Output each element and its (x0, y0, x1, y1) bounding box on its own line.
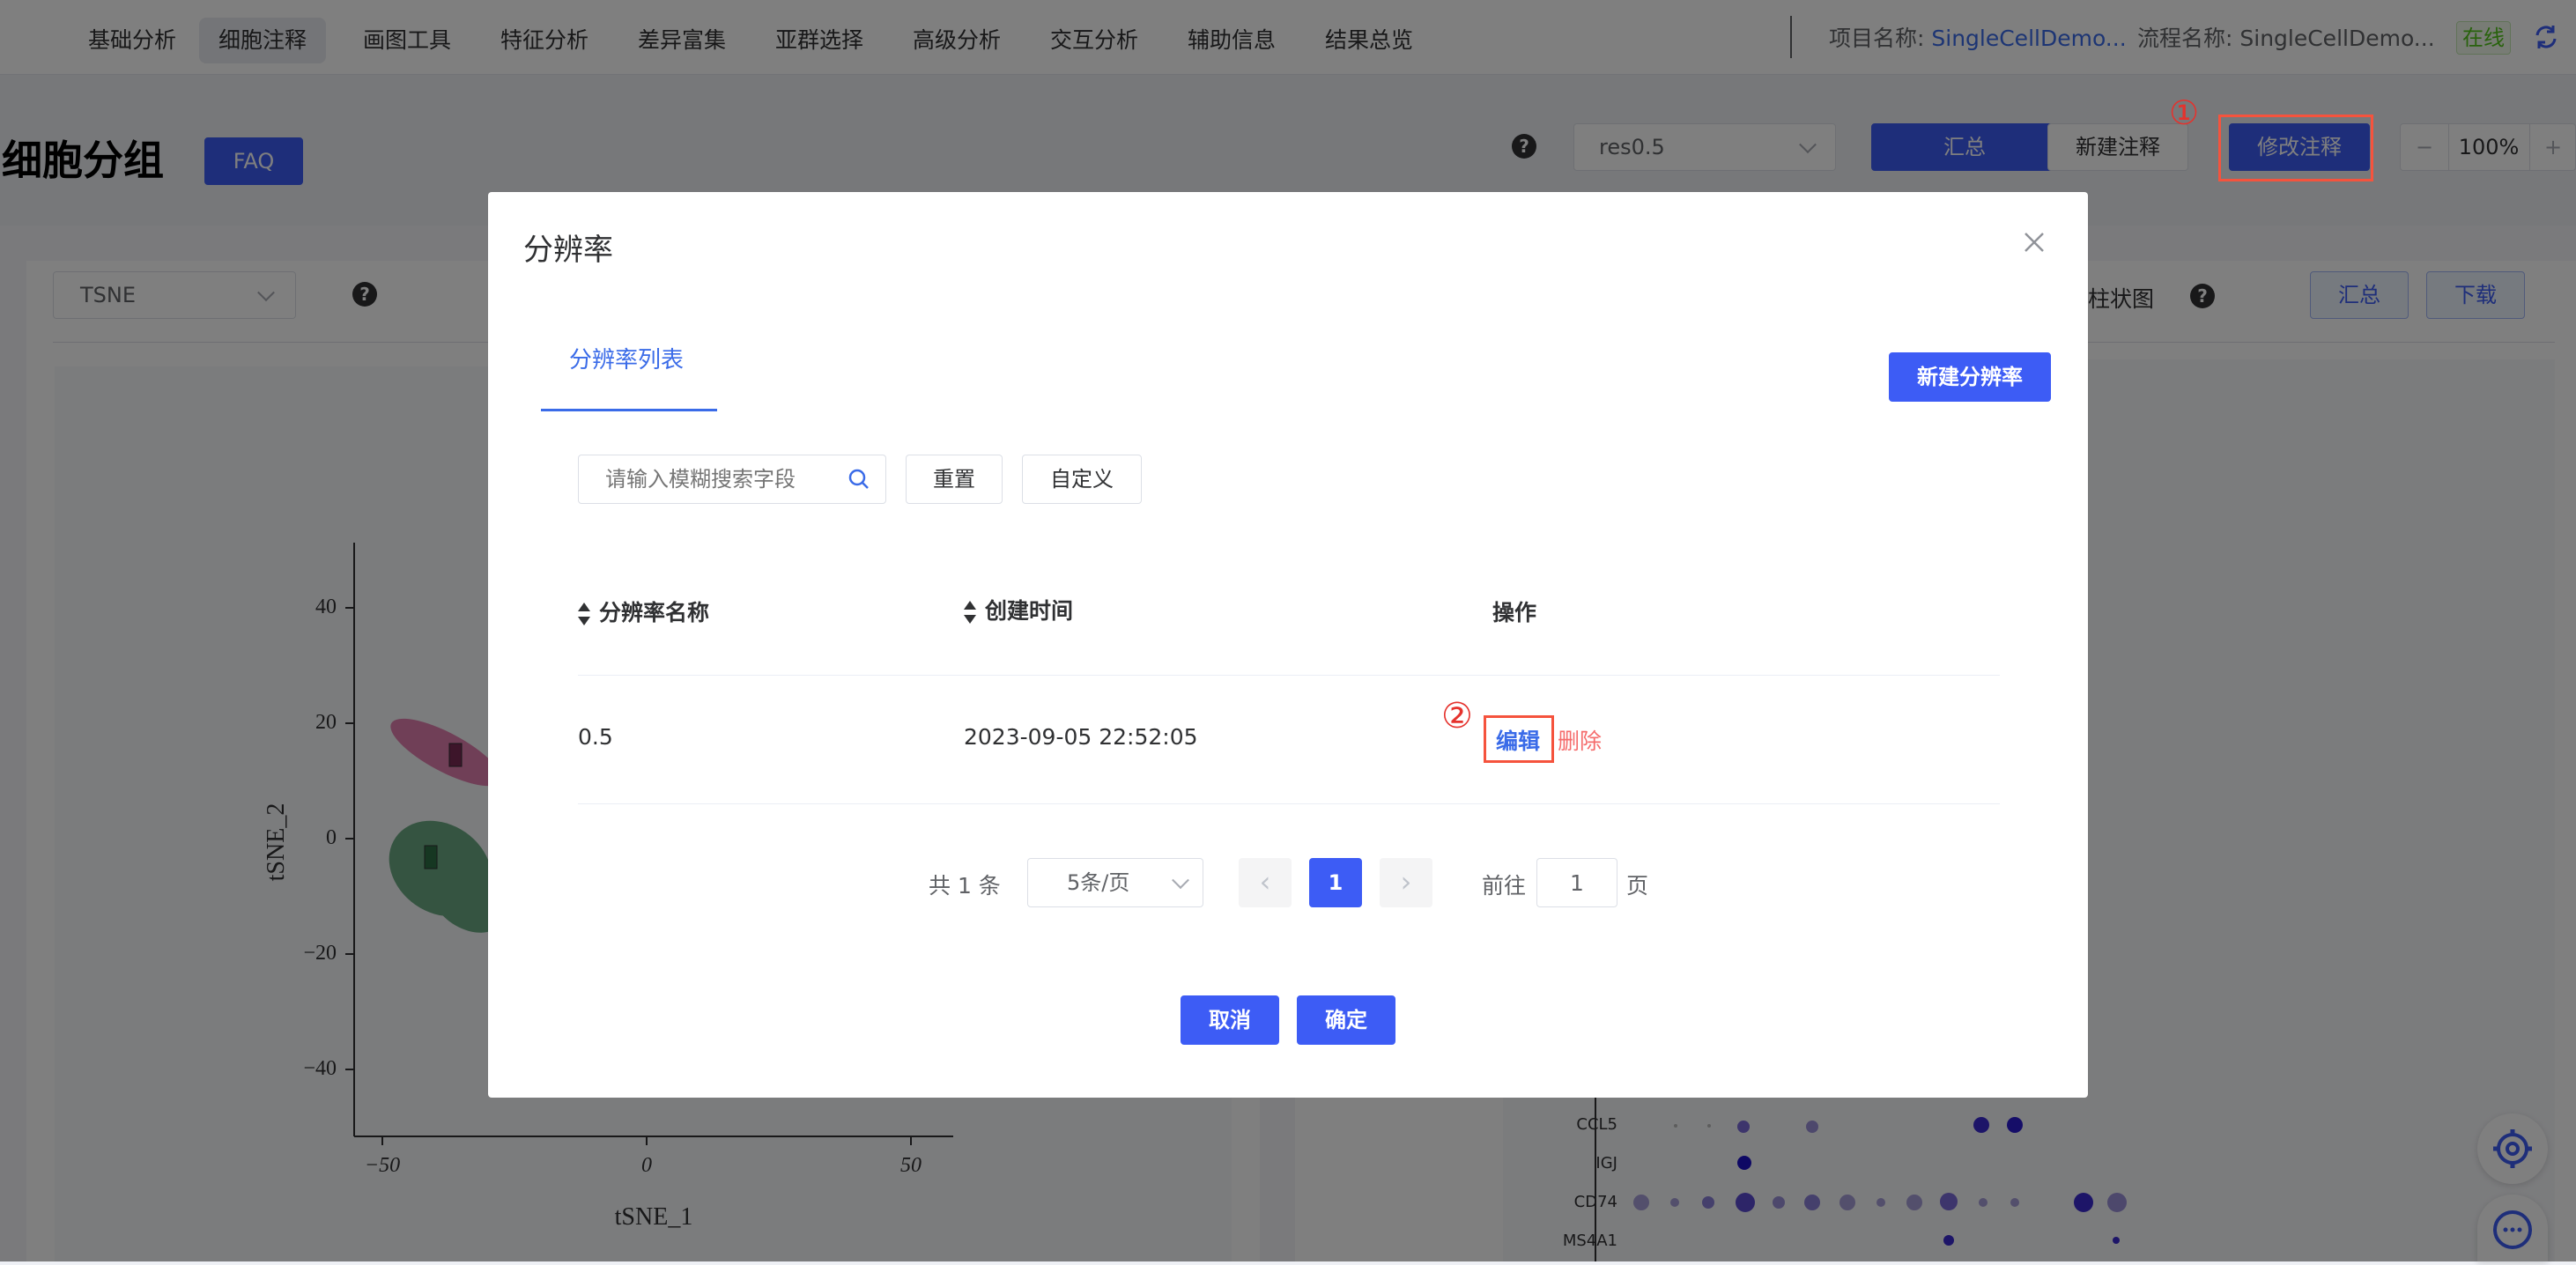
column-header-created[interactable]: 创建时间 (964, 594, 1073, 625)
column-header-name-label: 分辨率名称 (599, 600, 710, 625)
next-page-button[interactable]: › (1380, 858, 1432, 907)
table-divider (578, 675, 2000, 676)
search-input[interactable] (579, 455, 843, 503)
resolution-dialog: 分辨率 分辨率列表 新建分辨率 重置 自定义 分辨率名称 创建时间 操作 0.5… (488, 192, 2088, 1098)
step-one-marker: ① (2169, 93, 2200, 132)
tab-resolution-list[interactable]: 分辨率列表 (569, 342, 684, 374)
row-resolution-name: 0.5 (578, 724, 613, 750)
column-header-created-label: 创建时间 (985, 598, 1074, 624)
sort-icon[interactable] (578, 603, 590, 625)
customize-button[interactable]: 自定义 (1022, 455, 1142, 504)
confirm-button[interactable]: 确定 (1297, 995, 1395, 1045)
delete-link[interactable]: 删除 (1558, 724, 1602, 756)
highlight-box (2218, 115, 2373, 181)
prev-page-button[interactable]: ‹ (1239, 858, 1292, 907)
dialog-title: 分辨率 (523, 233, 613, 268)
pagination-total: 共 1 条 (929, 873, 1001, 899)
tab-underline (541, 409, 717, 411)
close-icon[interactable] (2023, 231, 2046, 257)
search-icon[interactable] (847, 467, 871, 495)
chevron-down-icon (1172, 871, 1189, 890)
page-number-button[interactable]: 1 (1309, 858, 1362, 907)
table-divider (578, 803, 2000, 804)
page-size-value: 5条/页 (1067, 870, 1130, 895)
reset-button[interactable]: 重置 (906, 455, 1003, 504)
edit-link[interactable]: 编辑 (1496, 724, 1540, 756)
column-header-name[interactable]: 分辨率名称 (578, 596, 709, 627)
page-suffix-label: 页 (1626, 873, 1649, 899)
new-resolution-button[interactable]: 新建分辨率 (1889, 352, 2051, 402)
step-two-marker: ② (1441, 696, 1473, 736)
goto-page-input[interactable] (1536, 858, 1617, 907)
goto-label: 前往 (1482, 873, 1527, 899)
search-box (578, 455, 886, 504)
sort-icon[interactable] (964, 601, 976, 624)
row-created-time: 2023-09-05 22:52:05 (964, 724, 1198, 750)
page-size-select[interactable]: 5条/页 (1027, 858, 1203, 907)
cancel-button[interactable]: 取消 (1181, 995, 1279, 1045)
column-header-actions: 操作 (1492, 600, 1537, 625)
